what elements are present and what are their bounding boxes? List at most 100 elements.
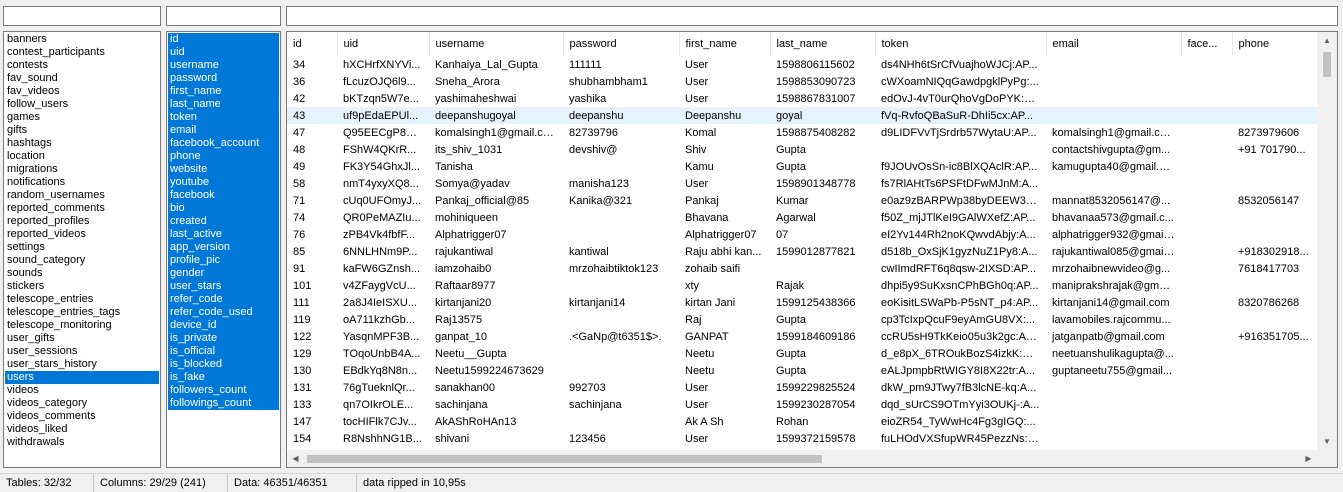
table-cell[interactable]: 1599230287054 xyxy=(770,396,875,413)
table-cell[interactable]: oA711kzhGb... xyxy=(337,311,429,328)
table-cell[interactable]: Sneha_Arora xyxy=(429,73,563,90)
table-cell[interactable]: guptaneetu755@gmail... xyxy=(1046,362,1181,379)
table-cell[interactable]: 42 xyxy=(287,90,337,107)
table-cell[interactable]: 8532056147 xyxy=(1232,192,1317,209)
table-cell[interactable]: mrzohaibtiktok123 xyxy=(563,260,679,277)
tables-listbox[interactable]: banners contest_participants contests fav_s… xyxy=(3,31,161,468)
table-cell[interactable]: 49 xyxy=(287,158,337,175)
table-cell[interactable]: d9LIDFVvTjSrdrb57WytaU:AP... xyxy=(875,124,1046,141)
column-header[interactable]: phone xyxy=(1232,32,1317,56)
table-cell[interactable]: tocHIFlk7CJv... xyxy=(337,413,429,430)
column-list-item[interactable]: username xyxy=(168,59,279,72)
table-cell[interactable]: eI2Yv144Rh2noKQwvdAbjy:A... xyxy=(875,226,1046,243)
table-cell[interactable]: eioZR54_TyWwHc4Fg3gIGQ:... xyxy=(875,413,1046,430)
table-cell[interactable]: cUq0UFOmyJ... xyxy=(337,192,429,209)
column-list-item[interactable]: last_name xyxy=(168,98,279,111)
table-row[interactable]: 34 hXCHrfXNYVi... Kanhaiya_Lal_Gupta 111111… xyxy=(287,56,1317,73)
scroll-up-arrow-icon[interactable]: ▲ xyxy=(1317,32,1337,49)
table-cell[interactable] xyxy=(770,260,875,277)
table-cell[interactable]: maniprakshrajak@gmai... xyxy=(1046,277,1181,294)
table-cell[interactable]: 130 xyxy=(287,362,337,379)
table-cell[interactable] xyxy=(1232,277,1317,294)
table-cell[interactable] xyxy=(563,345,679,362)
table-cell[interactable]: User xyxy=(679,396,770,413)
table-list-item[interactable]: settings xyxy=(5,241,159,254)
table-list-item[interactable]: videos_liked xyxy=(5,423,159,436)
table-cell[interactable]: Raftaar8977 xyxy=(429,277,563,294)
table-row[interactable]: 130 EBdkYq8N8n... Neetu1599224673629 Neetu G… xyxy=(287,362,1317,379)
table-row[interactable]: 111 2a8J4IeISXU... kirtanjani20 kirtanjani1… xyxy=(287,294,1317,311)
table-cell[interactable]: mohiniqueen xyxy=(429,209,563,226)
table-cell[interactable] xyxy=(1181,311,1232,328)
table-row[interactable]: 76 zPB4Vk4fbfF... Alphatrigger07 Alphatrigg… xyxy=(287,226,1317,243)
table-cell[interactable]: kantiwal xyxy=(563,243,679,260)
table-list-item[interactable]: reported_comments xyxy=(5,202,159,215)
table-cell[interactable]: 36 xyxy=(287,73,337,90)
table-cell[interactable] xyxy=(563,362,679,379)
table-cell[interactable]: 34 xyxy=(287,56,337,73)
horizontal-scrollbar[interactable]: ◀ ▶ xyxy=(287,450,1317,467)
table-cell[interactable]: 76 xyxy=(287,226,337,243)
table-cell[interactable]: FShW4QKrR... xyxy=(337,141,429,158)
table-row[interactable]: 131 76gTueknlQr... sanakhan00 992703 User 159… xyxy=(287,379,1317,396)
table-cell[interactable]: its_shiv_1031 xyxy=(429,141,563,158)
table-cell[interactable]: 1598875408282 xyxy=(770,124,875,141)
table-cell[interactable]: Neetu__Gupta xyxy=(429,345,563,362)
table-cell[interactable] xyxy=(1232,379,1317,396)
table-list-item[interactable]: users xyxy=(5,371,159,384)
table-cell[interactable]: kamugupta40@gmail.com xyxy=(1046,158,1181,175)
table-row[interactable]: 101 v4ZFaygVcU... Raftaar8977 xty Rajak dhpi5… xyxy=(287,277,1317,294)
column-list-item[interactable]: bio xyxy=(168,202,279,215)
table-cell[interactable]: User xyxy=(679,379,770,396)
table-cell[interactable]: fVq-RvfoQBaSuR-DhIi5cx:AP... xyxy=(875,107,1046,124)
table-cell[interactable] xyxy=(1181,413,1232,430)
table-list-item[interactable]: telescope_entries xyxy=(5,293,159,306)
table-cell[interactable]: Neetu1599224673629 xyxy=(429,362,563,379)
table-cell[interactable] xyxy=(1181,192,1232,209)
table-cell[interactable] xyxy=(1232,345,1317,362)
table-list-item[interactable]: telescope_entries_tags xyxy=(5,306,159,319)
table-cell[interactable]: ds4NHh6tSrCfVuajhoWJCj:AP... xyxy=(875,56,1046,73)
table-cell[interactable]: 6NNLHNm9P... xyxy=(337,243,429,260)
table-cell[interactable] xyxy=(1181,396,1232,413)
table-cell[interactable]: 129 xyxy=(287,345,337,362)
table-cell[interactable]: 133 xyxy=(287,396,337,413)
table-cell[interactable]: edOvJ-4vT0urQhoVgDoPYK:A... xyxy=(875,90,1046,107)
table-list-item[interactable]: user_sessions xyxy=(5,345,159,358)
table-row[interactable]: 49 FK3Y54GhxJl... Tanisha Kamu Gupta f9JOUvOs… xyxy=(287,158,1317,175)
table-cell[interactable]: goyal xyxy=(770,107,875,124)
table-list-item[interactable]: reported_videos xyxy=(5,228,159,241)
table-row[interactable]: 133 qn7OIkrOLE... sachinjana sachinjana User… xyxy=(287,396,1317,413)
table-cell[interactable] xyxy=(563,413,679,430)
table-list-item[interactable]: user_gifts xyxy=(5,332,159,345)
column-list-item[interactable]: is_private xyxy=(168,332,279,345)
table-cell[interactable]: Neetu xyxy=(679,362,770,379)
column-header[interactable]: token xyxy=(875,32,1047,56)
table-cell[interactable] xyxy=(1181,294,1232,311)
data-grid[interactable]: id uid username password first_name last_name… xyxy=(286,31,1338,468)
table-cell[interactable]: shubhambham1 xyxy=(563,73,679,90)
table-cell[interactable]: dhpi5y9SuKxsnCPhBGh0q:AP... xyxy=(875,277,1046,294)
table-cell[interactable]: ganpat_10 xyxy=(429,328,563,345)
table-cell[interactable]: shivani xyxy=(429,430,563,447)
table-cell[interactable]: 1598806115602 xyxy=(770,56,875,73)
table-cell[interactable]: Alphatrigger07 xyxy=(429,226,563,243)
columns-filter-input[interactable] xyxy=(166,6,281,26)
table-cell[interactable] xyxy=(1232,396,1317,413)
table-cell[interactable] xyxy=(1046,90,1181,107)
table-cell[interactable]: .<GaNp@t6351$>. xyxy=(563,328,679,345)
table-cell[interactable]: Gupta xyxy=(770,158,875,175)
table-cell[interactable]: qn7OIkrOLE... xyxy=(337,396,429,413)
table-cell[interactable]: manisha123 xyxy=(563,175,679,192)
table-cell[interactable] xyxy=(1046,56,1181,73)
table-cell[interactable]: Pankaj_official@85 xyxy=(429,192,563,209)
table-cell[interactable] xyxy=(1046,396,1181,413)
table-cell[interactable] xyxy=(1046,175,1181,192)
table-cell[interactable] xyxy=(1232,107,1317,124)
table-cell[interactable]: deepanshugoyal xyxy=(429,107,563,124)
column-list-item[interactable]: youtube xyxy=(168,176,279,189)
table-cell[interactable]: kirtanjani14@gmail.com xyxy=(1046,294,1181,311)
table-cell[interactable]: f9JOUvOsSn-ic8BlXQAclR:AP... xyxy=(875,158,1046,175)
table-cell[interactable]: Agarwal xyxy=(770,209,875,226)
table-cell[interactable]: Shiv xyxy=(679,141,770,158)
